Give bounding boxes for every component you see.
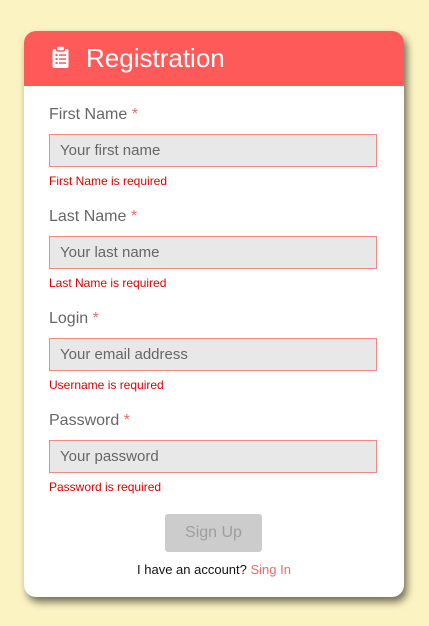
password-input[interactable]	[49, 440, 377, 473]
account-text: I have an account?	[137, 562, 247, 577]
required-mark: *	[92, 310, 99, 327]
account-prompt: I have an account? Sing In	[24, 562, 404, 578]
login-label: Login *	[49, 309, 99, 329]
sign-in-link[interactable]: Sing In	[251, 562, 291, 577]
required-mark: *	[131, 106, 138, 123]
first-name-input[interactable]	[49, 134, 377, 167]
login-email-input[interactable]	[49, 338, 377, 371]
login-error: Username is required	[49, 378, 164, 392]
required-mark: *	[130, 208, 138, 225]
login-label-text: Login	[49, 310, 89, 327]
last-name-error: Last Name is required	[49, 276, 167, 290]
first-name-error: First Name is required	[49, 174, 168, 188]
card-header: Registration	[24, 31, 404, 86]
last-name-input[interactable]	[49, 236, 377, 269]
password-error: Password is required	[49, 480, 162, 494]
required-mark: *	[123, 412, 130, 429]
last-name-label: Last Name *	[49, 207, 137, 227]
last-name-label-text: Last Name	[49, 208, 127, 225]
clipboard-icon	[51, 45, 70, 69]
page-title: Registration	[86, 43, 225, 73]
sign-up-button[interactable]: Sign Up	[165, 514, 262, 552]
registration-card: Registration First Name * First Name is …	[24, 31, 404, 597]
password-label-text: Password	[49, 412, 120, 429]
first-name-label: First Name *	[49, 105, 138, 125]
password-label: Password *	[49, 411, 130, 431]
first-name-label-text: First Name	[49, 106, 128, 123]
